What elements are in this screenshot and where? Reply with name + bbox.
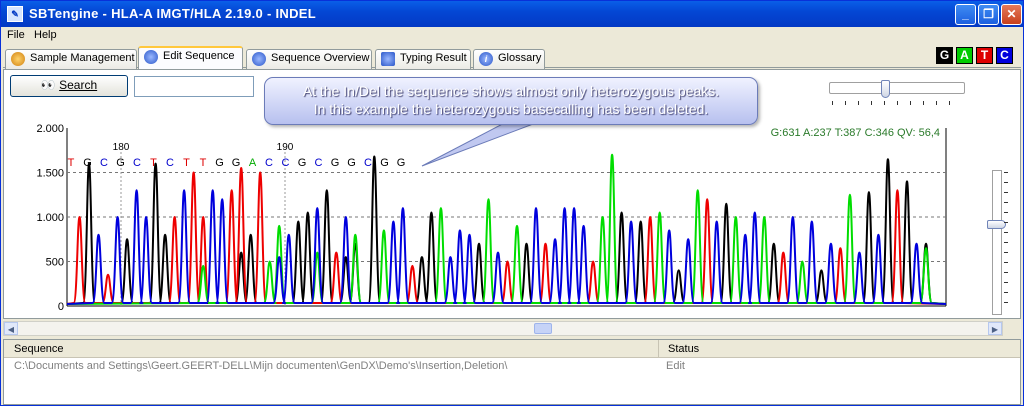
y-tick-label: 0	[58, 301, 64, 313]
zoom-slider-thumb[interactable]	[881, 80, 890, 98]
cell-status: Edit	[666, 360, 685, 372]
base-call: C	[364, 157, 372, 169]
sample-icon	[11, 52, 25, 66]
sequence-grid: Sequence Status C:\Documents and Setting…	[3, 339, 1021, 405]
y-tick-label: 500	[46, 257, 64, 269]
cell-sequence-path: C:\Documents and Settings\Geert.GEERT-DE…	[14, 360, 508, 372]
scroll-left-arrow-icon[interactable]: ◀	[4, 322, 18, 335]
base-call: C	[100, 157, 108, 169]
scroll-right-arrow-icon[interactable]: ▶	[988, 322, 1002, 335]
tab-label: Edit Sequence	[163, 50, 235, 62]
chromatogram-chart[interactable]: 2.0001.5001.0005000180 190T G C G C T C T T G G A C C G…	[4, 120, 1004, 320]
edit-icon	[144, 50, 158, 64]
position-label: 180	[113, 142, 130, 153]
info-icon: i	[479, 52, 493, 66]
base-call: C	[265, 157, 273, 169]
table-row[interactable]: C:\Documents and Settings\Geert.GEERT-DE…	[4, 359, 1020, 375]
maximize-button[interactable]: ❐	[978, 4, 999, 25]
tab-label: Typing Result	[400, 52, 467, 64]
tab-edit-sequence[interactable]: Edit Sequence	[138, 46, 243, 69]
search-input[interactable]	[134, 76, 254, 97]
base-t-button[interactable]: T	[976, 47, 993, 64]
tab-label: Sequence Overview	[271, 52, 370, 64]
column-separator	[658, 340, 659, 358]
base-call: C	[133, 157, 141, 169]
annotation-callout: At the In/Del the sequence shows almost …	[264, 77, 758, 125]
base-call: G	[380, 157, 389, 169]
app-window: ✎ SBTengine - HLA-A IMGT/HLA 2.19.0 - IN…	[0, 0, 1024, 406]
column-header-status[interactable]: Status	[668, 343, 699, 355]
base-call: G	[331, 157, 340, 169]
tab-label: Sample Management	[30, 52, 135, 64]
quality-stats: G:631 A:237 T:387 C:346 QV: 56,4	[771, 127, 940, 139]
overview-icon	[252, 52, 266, 66]
base-call: G	[116, 157, 125, 169]
position-label: 190	[277, 142, 294, 153]
tab-typing-result[interactable]: Typing Result	[375, 49, 471, 69]
horizontal-scrollbar[interactable]: ◀ ▶	[3, 321, 1003, 336]
scroll-thumb[interactable]	[534, 323, 552, 334]
close-button[interactable]: ✕	[1001, 4, 1022, 25]
base-call: C	[315, 157, 323, 169]
height-slider-track	[992, 170, 1002, 315]
tab-sequence-overview[interactable]: Sequence Overview	[246, 49, 372, 69]
search-button[interactable]: 👀 Search	[10, 75, 128, 97]
base-call: G	[232, 157, 241, 169]
base-call: C	[282, 157, 290, 169]
callout-line-1: At the In/Del the sequence shows almost …	[302, 83, 720, 99]
search-button-label: Search	[59, 78, 98, 92]
base-call: G	[397, 157, 406, 169]
tab-sample-management[interactable]: Sample Management	[5, 49, 137, 69]
y-tick-label: 2.000	[36, 123, 64, 135]
tab-glossary[interactable]: i Glossary	[473, 49, 545, 69]
app-icon: ✎	[7, 6, 23, 22]
y-tick-label: 1.000	[36, 212, 64, 224]
zoom-slider-ticks	[832, 101, 962, 105]
base-call: C	[166, 157, 174, 169]
zoom-slider[interactable]	[829, 80, 965, 108]
title-bar[interactable]: ✎ SBTengine - HLA-A IMGT/HLA 2.19.0 - IN…	[1, 1, 1023, 27]
edit-sequence-panel: 👀 Search 2.000 1.500 1.000 500 0 180 190 T G C G C T…	[3, 69, 1021, 319]
menu-bar: File Help	[1, 27, 1023, 45]
typing-icon	[381, 52, 395, 66]
height-slider[interactable]	[987, 170, 1008, 320]
base-call: G	[298, 157, 307, 169]
column-header-sequence[interactable]: Sequence	[14, 343, 64, 355]
menu-file[interactable]: File	[7, 29, 25, 41]
grid-header: Sequence Status	[4, 340, 1020, 358]
base-call: T	[183, 157, 190, 169]
base-c-button[interactable]: C	[996, 47, 1013, 64]
minimize-button[interactable]: _	[955, 4, 976, 25]
zoom-slider-track	[829, 82, 965, 94]
base-call: G	[215, 157, 224, 169]
base-call: T	[68, 157, 75, 169]
tab-label: Glossary	[498, 52, 542, 64]
callout-pointer	[421, 120, 546, 167]
binoculars-icon: 👀	[40, 78, 56, 92]
window-title: SBTengine - HLA-A IMGT/HLA 2.19.0 - INDE…	[29, 6, 316, 21]
base-call: T	[200, 157, 207, 169]
height-slider-ticks	[1004, 172, 1008, 312]
base-call: G	[83, 157, 92, 169]
y-tick-label: 1.500	[36, 168, 64, 180]
tab-strip: Sample Management Edit Sequence Sequence…	[3, 46, 1021, 69]
base-a-button[interactable]: A	[956, 47, 973, 64]
base-call: G	[347, 157, 356, 169]
menu-help[interactable]: Help	[34, 29, 57, 41]
base-call: A	[249, 157, 257, 169]
base-g-button[interactable]: G	[936, 47, 953, 64]
callout-line-2: In this example the heterozygous basecal…	[313, 101, 709, 117]
